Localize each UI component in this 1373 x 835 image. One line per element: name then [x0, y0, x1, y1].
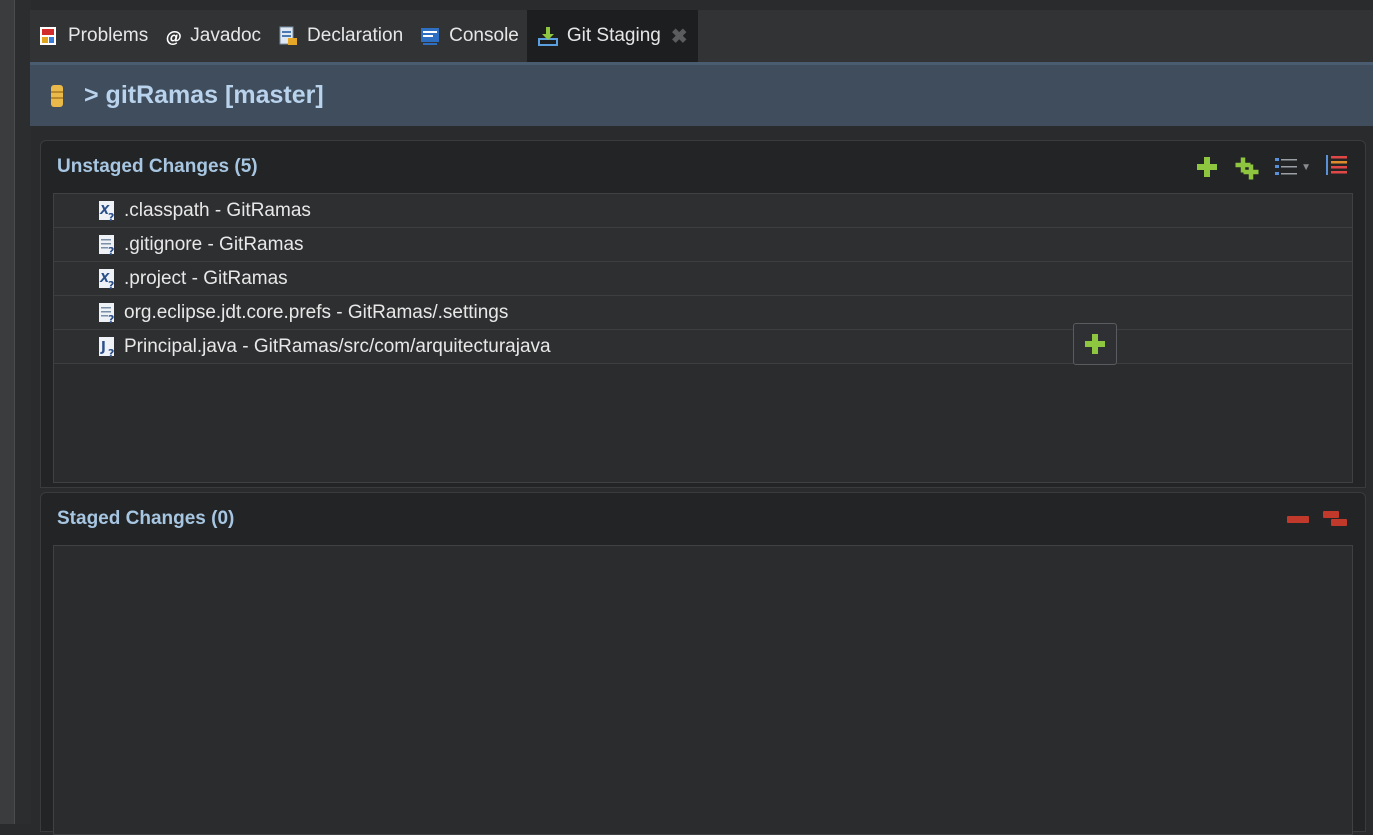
repository-header: > gitRamas [master]	[30, 62, 1373, 126]
tab-label: Javadoc	[190, 25, 262, 46]
tab-label: Console	[449, 25, 519, 46]
unstaged-file-list: X? .classpath - GitRamas ? .gitignore - …	[53, 193, 1353, 483]
xml-file-icon: X?	[98, 268, 118, 292]
list-item[interactable]: J? Principal.java - GitRamas/src/com/arq…	[54, 330, 1352, 364]
tab-label: Declaration	[307, 25, 404, 46]
problems-icon	[38, 25, 60, 47]
list-item[interactable]: X? .project - GitRamas	[54, 262, 1352, 296]
sort-icon[interactable]	[1325, 153, 1349, 182]
staged-title: Staged Changes (0)	[57, 508, 235, 529]
svg-text:?: ?	[108, 279, 114, 290]
declaration-icon	[277, 25, 299, 47]
chevron-down-icon[interactable]: ▼	[1301, 162, 1311, 173]
add-to-index-button[interactable]	[1073, 323, 1117, 365]
presentation-list-icon[interactable]: ▼	[1274, 156, 1311, 178]
tab-console[interactable]: Console	[411, 10, 527, 62]
list-item[interactable]: ? .gitignore - GitRamas	[54, 228, 1352, 262]
svg-text:?: ?	[108, 245, 114, 256]
text-file-icon: ?	[98, 234, 118, 258]
svg-text:J: J	[100, 340, 106, 355]
view-tab-bar: Problems @ Javadoc Declaration Console G…	[30, 10, 1373, 62]
xml-file-icon: X?	[98, 200, 118, 224]
tab-javadoc[interactable]: @ Javadoc	[156, 10, 269, 62]
text-file-icon: ?	[98, 302, 118, 326]
tab-problems[interactable]: Problems	[30, 10, 156, 62]
svg-text:?: ?	[108, 347, 114, 358]
plus-icon	[1084, 333, 1106, 355]
file-name: .gitignore - GitRamas	[124, 233, 304, 255]
git-staging-icon	[537, 25, 559, 47]
left-window-edge	[0, 0, 31, 824]
staged-file-list	[53, 545, 1353, 835]
unstaged-toolbar: ▼	[1196, 153, 1349, 182]
console-icon	[419, 25, 441, 47]
file-name: org.eclipse.jdt.core.prefs - GitRamas/.s…	[124, 301, 509, 323]
tab-label: Git Staging	[566, 25, 661, 46]
repository-breadcrumb: > gitRamas [master]	[84, 81, 324, 109]
file-name: .project - GitRamas	[124, 267, 288, 289]
svg-text:@: @	[166, 27, 182, 46]
staged-changes-section: Staged Changes (0)	[40, 492, 1366, 835]
tab-git-staging[interactable]: Git Staging ✖	[526, 10, 698, 62]
tab-label: Problems	[68, 25, 149, 46]
list-item[interactable]: X? .classpath - GitRamas	[54, 194, 1352, 228]
list-item[interactable]: ? org.eclipse.jdt.core.prefs - GitRamas/…	[54, 296, 1352, 330]
stage-selected-icon[interactable]	[1196, 156, 1218, 178]
staged-toolbar	[1287, 509, 1349, 529]
java-file-icon: J?	[98, 336, 118, 360]
unstage-all-icon[interactable]	[1323, 509, 1349, 529]
file-name: Principal.java - GitRamas/src/com/arquit…	[124, 335, 551, 357]
svg-text:?: ?	[108, 211, 114, 222]
unstage-selected-icon[interactable]	[1287, 515, 1309, 523]
stage-all-icon[interactable]	[1232, 154, 1260, 180]
svg-text:?: ?	[108, 313, 114, 324]
repository-icon	[50, 83, 64, 109]
unstaged-changes-section: Unstaged Changes (5) ▼ X? .classpath - G…	[40, 140, 1366, 488]
close-tab-icon[interactable]: ✖	[671, 24, 688, 49]
staged-section-header: Staged Changes (0)	[41, 493, 1365, 545]
tab-declaration[interactable]: Declaration	[269, 10, 411, 62]
file-name: .classpath - GitRamas	[124, 199, 311, 221]
at-icon: @	[164, 25, 182, 47]
unstaged-section-header: Unstaged Changes (5) ▼	[41, 141, 1365, 193]
unstaged-title: Unstaged Changes (5)	[57, 156, 258, 177]
